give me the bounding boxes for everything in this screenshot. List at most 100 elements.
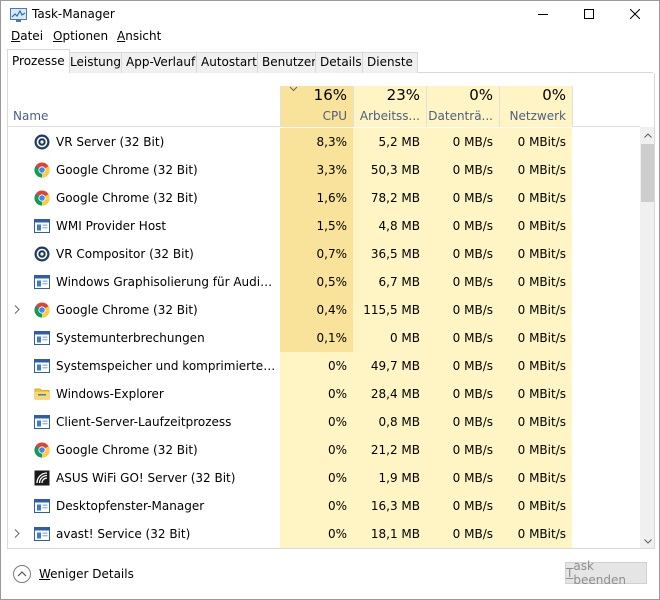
process-cpu: 0% <box>280 380 353 408</box>
tab-benutzer[interactable]: Benutzer <box>257 52 322 73</box>
process-memory: 50,3 MB <box>353 156 426 184</box>
process-network: 0 MBit/s <box>499 240 572 268</box>
menu-optionen-label: ptionen <box>62 29 109 43</box>
process-disk: 0 MB/s <box>426 268 499 296</box>
process-row[interactable]: ASUS WiFi GO! Server (32 Bit) 0% 1,9 MB 0 M… <box>8 464 640 492</box>
close-button[interactable] <box>612 1 658 29</box>
process-disk: 0 MB/s <box>426 240 499 268</box>
process-cpu: 0% <box>280 492 353 520</box>
process-name: Google Chrome (32 Bit) <box>56 163 198 177</box>
process-cpu: 0% <box>280 352 353 380</box>
process-row[interactable]: Google Chrome (32 Bit) 0% 21,2 MB 0 MB/s 0 M… <box>8 436 640 464</box>
process-row[interactable]: Systemspeicher und komprimierter Spe...0… <box>8 352 640 380</box>
end-task-button[interactable]: Task beenden <box>565 559 647 587</box>
process-cpu: 3,3% <box>280 156 353 184</box>
tab-prozesse[interactable]: Prozesse <box>7 49 70 73</box>
process-network: 0 MBit/s <box>499 296 572 324</box>
process-disk: 0 MB/s <box>426 324 499 352</box>
title-bar[interactable]: Task-Manager <box>1 1 659 29</box>
task-manager-icon <box>10 8 27 22</box>
process-disk: 0 MB/s <box>426 436 499 464</box>
menu-ansicht-label: nsicht <box>125 29 162 43</box>
process-row[interactable]: avast! Service (32 Bit) 0% 18,1 MB 0 MB/s 0 … <box>8 520 640 548</box>
process-cpu: 0% <box>280 464 353 492</box>
process-row[interactable]: WMI Provider Host 1,5% 4,8 MB 0 MB/s 0 MBit/… <box>8 212 640 240</box>
process-name: Windows Graphisolierung für Audioger... <box>56 275 280 289</box>
column-header-disk[interactable]: 0% Datenträ... <box>426 86 499 127</box>
maximize-button[interactable] <box>566 1 612 29</box>
disk-label: Datenträ... <box>428 109 493 123</box>
menu-datei-label: atei <box>20 29 44 43</box>
sort-down-icon <box>289 84 298 95</box>
process-row[interactable]: Client-Server-Laufzeitprozess 0% 0,8 MB 0 M… <box>8 408 640 436</box>
column-header-network[interactable]: 0% Netzwerk <box>499 86 572 127</box>
process-memory: 0,8 MB <box>353 408 426 436</box>
menu-optionen[interactable]: Optionen <box>53 29 108 43</box>
network-label: Netzwerk <box>509 109 566 123</box>
scroll-down-button[interactable] <box>640 533 654 548</box>
disk-total: 0% <box>469 86 493 104</box>
close-icon <box>629 8 641 22</box>
process-disk: 0 MB/s <box>426 212 499 240</box>
process-cpu: 0% <box>280 436 353 464</box>
end-task-label: ask beenden <box>573 559 626 587</box>
process-cpu: 8,3% <box>280 128 353 156</box>
process-memory: 21,2 MB <box>353 436 426 464</box>
column-header-empty <box>572 86 640 127</box>
process-table: Name 16% CPU 23% Arbeitss... 0% Datenträ… <box>7 73 655 549</box>
network-total: 0% <box>542 86 566 104</box>
process-network: 0 MBit/s <box>499 436 572 464</box>
fewer-details-accel: W <box>39 567 51 581</box>
scroll-up-button[interactable] <box>640 127 654 143</box>
process-row[interactable]: Google Chrome (32 Bit) 1,6% 78,2 MB 0 MB/s 0… <box>8 184 640 212</box>
maximize-icon <box>584 8 594 22</box>
process-name: Systemspeicher und komprimierter Spe... <box>56 359 280 373</box>
process-network: 0 MBit/s <box>499 156 572 184</box>
tab-details[interactable]: Details <box>315 52 367 73</box>
process-memory: 49,7 MB <box>353 352 426 380</box>
process-cpu: 1,5% <box>280 212 353 240</box>
tab-app-verlauf[interactable]: App-Verlauf <box>121 52 201 73</box>
process-disk: 0 MB/s <box>426 492 499 520</box>
process-network: 0 MBit/s <box>499 380 572 408</box>
tab-leistung[interactable]: Leistung <box>65 52 126 73</box>
process-name: VR Compositor (32 Bit) <box>56 247 194 261</box>
process-name: Desktopfenster-Manager <box>56 499 205 513</box>
fewer-details-button[interactable]: Weniger Details <box>13 563 134 585</box>
process-network: 0 MBit/s <box>499 128 572 156</box>
process-memory: 1,9 MB <box>353 464 426 492</box>
process-row[interactable]: Systemunterbrechungen 0,1% 0 MB 0 MB/s 0 MBi… <box>8 324 640 352</box>
process-name: Client-Server-Laufzeitprozess <box>56 415 232 429</box>
process-memory: 16,3 MB <box>353 492 426 520</box>
process-cpu: 1,6% <box>280 184 353 212</box>
process-rows: VR Server (32 Bit) 8,3% 5,2 MB 0 MB/s 0 MBit… <box>8 128 640 548</box>
process-row[interactable]: Desktopfenster-Manager 0% 16,3 MB 0 MB/s 0 M… <box>8 492 640 520</box>
process-row[interactable]: VR Compositor (32 Bit) 0,7% 36,5 MB 0 MB/s 0… <box>8 240 640 268</box>
scroll-thumb[interactable] <box>641 144 654 202</box>
process-memory: 115,5 MB <box>353 296 426 324</box>
column-header-cpu[interactable]: 16% CPU <box>280 86 353 127</box>
column-header-memory[interactable]: 23% Arbeitss... <box>353 86 426 127</box>
process-row[interactable]: Windows Graphisolierung für Audioger... 0… <box>8 268 640 296</box>
process-name: Google Chrome (32 Bit) <box>56 303 198 317</box>
tab-autostart[interactable]: Autostart <box>196 52 262 73</box>
process-network: 0 MBit/s <box>499 408 572 436</box>
process-name: avast! Service (32 Bit) <box>56 527 191 541</box>
process-row[interactable]: Google Chrome (32 Bit) 0,4% 115,5 MB 0 MB/s… <box>8 296 640 324</box>
vertical-scrollbar[interactable] <box>640 127 654 548</box>
cpu-total: 16% <box>313 86 347 104</box>
process-disk: 0 MB/s <box>426 520 499 548</box>
menu-ansicht[interactable]: Ansicht <box>117 29 161 43</box>
process-name: Windows-Explorer <box>56 387 164 401</box>
menu-datei[interactable]: Datei <box>11 29 43 43</box>
process-row[interactable]: VR Server (32 Bit) 8,3% 5,2 MB 0 MB/s 0 MBit… <box>8 128 640 156</box>
column-header-name[interactable]: Name <box>13 109 48 123</box>
minimize-button[interactable] <box>520 1 566 29</box>
process-name: Systemunterbrechungen <box>56 331 205 345</box>
end-task-accel: T <box>566 566 574 580</box>
tab-dienste[interactable]: Dienste <box>362 52 418 73</box>
process-row[interactable]: Google Chrome (32 Bit) 3,3% 50,3 MB 0 MB/s 0… <box>8 156 640 184</box>
process-row[interactable]: Windows-Explorer 0% 28,4 MB 0 MB/s 0 MBit/s <box>8 380 640 408</box>
process-memory: 6,7 MB <box>353 268 426 296</box>
process-memory: 78,2 MB <box>353 184 426 212</box>
